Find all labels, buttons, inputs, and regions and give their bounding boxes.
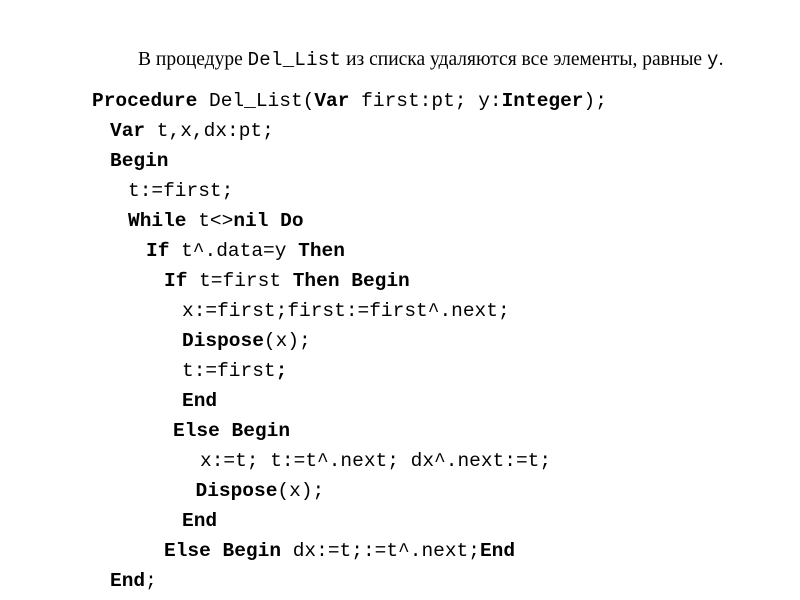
code-text: (x); [263, 330, 311, 352]
code-text: x:=t; t:=t^.next; dx^.next:=t; [200, 450, 552, 472]
code-line: Dispose(x); [92, 476, 792, 506]
code-line: Else Begin dx:=t;:=t^.next;End [92, 536, 792, 566]
code-keyword: End [479, 540, 516, 562]
code-line: Else Begin [92, 416, 792, 446]
code-keyword: Dispose [195, 480, 278, 502]
code-line: Procedure Del_List(Var first:pt; y:Integ… [92, 86, 792, 116]
code-line: t:=first; [92, 356, 792, 386]
code-keyword: Var [110, 120, 146, 142]
code-keyword: Integer [501, 90, 584, 112]
code-keyword: Else Begin [173, 420, 291, 442]
code-keyword: If [146, 240, 170, 262]
code-text: ; [145, 570, 157, 592]
code-keyword: While [128, 210, 187, 232]
code-keyword: End [182, 390, 218, 412]
code-keyword: Then [298, 240, 345, 262]
code-text: first:pt; y: [349, 90, 502, 112]
code-line: x:=t; t:=t^.next; dx^.next:=t; [92, 446, 792, 476]
code-text: t^.data=y [169, 240, 299, 262]
code-keyword: Begin [110, 150, 169, 172]
intro-text-part1: В процедуре [138, 48, 248, 70]
code-line: End; [92, 566, 792, 596]
code-line: If t=first Then Begin [92, 266, 792, 296]
code-text: ); [583, 90, 607, 112]
code-keyword: If [164, 270, 188, 292]
code-line: End [92, 386, 792, 416]
code-line: End [92, 506, 792, 536]
code-line: While t<>nil Do [92, 206, 792, 236]
code-text: x:=first;first:=first^.next; [182, 300, 510, 322]
code-keyword: Else Begin [164, 540, 282, 562]
code-text: t,x,dx:pt; [145, 120, 274, 142]
intro-text-part3: . [718, 48, 724, 70]
code-line: If t^.data=y Then [92, 236, 792, 266]
code-text: Del_List( [197, 90, 315, 112]
code-line: Dispose(x); [92, 326, 792, 356]
code-text: t<> [186, 210, 234, 232]
code-line: Begin [92, 146, 792, 176]
slide-canvas: В процедуре Del_List из списка удаляются… [0, 0, 800, 600]
code-keyword: nil Do [233, 210, 304, 232]
code-text: t:=first [182, 360, 276, 382]
intro-paragraph: В процедуре Del_List из списка удаляются… [92, 44, 752, 76]
code-keyword: ; [275, 360, 288, 382]
code-line: t:=first; [92, 176, 792, 206]
code-text: (x); [277, 480, 325, 502]
code-keyword: Dispose [182, 330, 264, 352]
code-text: t=first [187, 270, 293, 292]
code-text: t:=first; [128, 180, 234, 202]
code-keyword: End [182, 510, 218, 532]
code-keyword: Var [314, 90, 350, 112]
code-line: x:=first;first:=first^.next; [92, 296, 792, 326]
code-keyword: Then Begin [292, 270, 410, 292]
code-text: dx:=t;:=t^.next; [281, 540, 480, 562]
intro-variable-name: y [706, 48, 719, 71]
code-line: Var t,x,dx:pt; [92, 116, 792, 146]
code-keyword: Procedure [92, 90, 198, 112]
intro-procedure-name: Del_List [247, 48, 342, 71]
code-block: Procedure Del_List(Var first:pt; y:Integ… [92, 86, 792, 596]
intro-text-part2: из списка удаляются все элементы, равные [341, 48, 707, 70]
code-keyword: End [110, 570, 146, 592]
